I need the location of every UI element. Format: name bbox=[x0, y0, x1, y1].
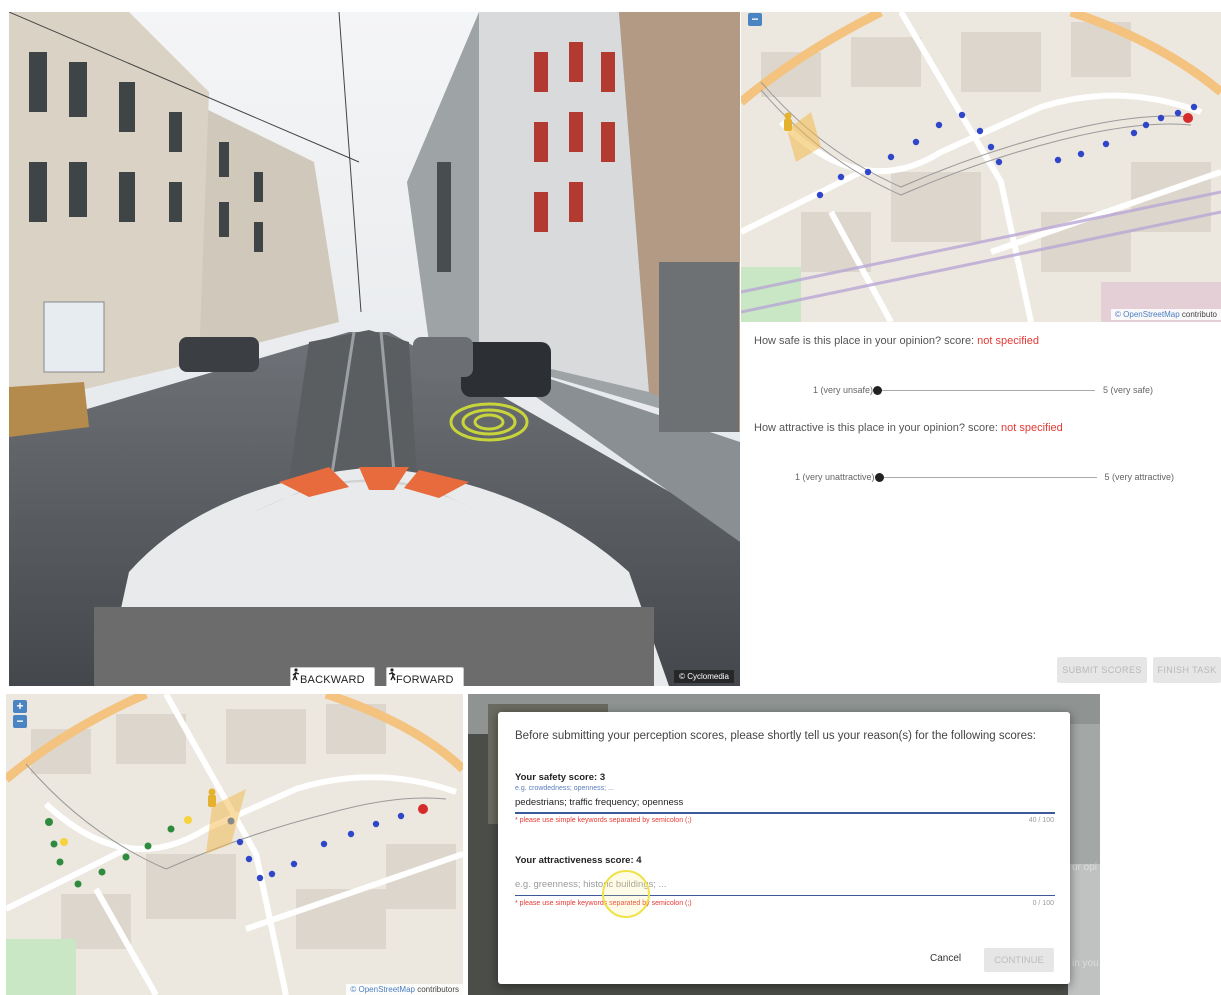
forward-button[interactable]: FORWARD bbox=[386, 667, 464, 686]
osm-attribution: © OpenStreetMap contributo bbox=[1111, 309, 1221, 320]
backward-button[interactable]: BACKWARD bbox=[290, 667, 375, 686]
safety-slider-knob[interactable] bbox=[873, 385, 883, 395]
cyclomedia-credit: © Cyclomedia bbox=[674, 670, 734, 683]
zoom-out-button[interactable]: − bbox=[748, 13, 762, 26]
attractiveness-question-text: How attractive is this place in your opi… bbox=[754, 422, 1002, 434]
safety-score-label: Your safety score: 3 bbox=[515, 772, 606, 783]
backward-label: BACKWARD bbox=[300, 673, 365, 686]
background-text-fragment: ur opi bbox=[1072, 862, 1098, 873]
safety-question-text: How safe is this place in your opinion? … bbox=[754, 335, 978, 347]
walking-person-icon bbox=[388, 668, 396, 681]
reasons-dialog: Before submitting your perception scores… bbox=[498, 712, 1070, 984]
click-highlight bbox=[602, 870, 650, 918]
safety-reason-input[interactable]: pedestrians; traffic frequency; openness bbox=[515, 797, 683, 808]
attractiveness-score-label: Your attractiveness score: 4 bbox=[515, 855, 642, 866]
street-scene bbox=[9, 12, 740, 686]
safety-warning: * please use simple keywords separated b… bbox=[515, 817, 692, 824]
osm-attribution-rest: contributors bbox=[414, 985, 459, 994]
safety-slider[interactable] bbox=[873, 385, 1096, 395]
forward-label: FORWARD bbox=[396, 673, 454, 686]
finish-task-button[interactable]: FINISH TASK bbox=[1153, 657, 1221, 683]
cancel-button[interactable]: Cancel bbox=[930, 953, 961, 964]
attractiveness-input-underline bbox=[515, 895, 1055, 896]
safety-input-underline bbox=[515, 812, 1055, 814]
map-tiles bbox=[741, 12, 1221, 322]
osm-attribution-rest: contributo bbox=[1179, 310, 1217, 319]
safety-max-label: 5 (very safe) bbox=[1103, 385, 1154, 395]
route-map-zoomed[interactable]: + − © OpenStreetMap contributors bbox=[6, 694, 463, 995]
map-tiles bbox=[6, 694, 463, 995]
safety-slider-row: 1 (very unsafe) 5 (very safe) bbox=[813, 385, 1153, 395]
attractiveness-slider[interactable] bbox=[874, 472, 1097, 482]
attractiveness-min-label: 1 (very unattractive) bbox=[795, 472, 875, 482]
attractiveness-slider-knob[interactable] bbox=[874, 472, 884, 482]
dialog-intro: Before submitting your perception scores… bbox=[515, 730, 1036, 742]
osm-link[interactable]: © OpenStreetMap bbox=[350, 985, 415, 994]
attractiveness-score-status: not specified bbox=[1001, 422, 1063, 434]
submit-scores-button[interactable]: SUBMIT SCORES bbox=[1057, 657, 1147, 683]
pegman-icon bbox=[784, 112, 792, 131]
background-text-fragment: in you bbox=[1072, 958, 1099, 969]
zoom-in-button[interactable]: + bbox=[13, 700, 27, 713]
safety-question: How safe is this place in your opinion? … bbox=[754, 335, 1039, 347]
osm-attribution: © OpenStreetMap contributors bbox=[346, 984, 463, 995]
attractiveness-char-counter: 0 / 100 bbox=[1032, 900, 1054, 907]
safety-char-counter: 40 / 100 bbox=[1028, 817, 1054, 824]
attractiveness-max-label: 5 (very attractive) bbox=[1104, 472, 1175, 482]
attractiveness-slider-row: 1 (very unattractive) 5 (very attractive… bbox=[795, 472, 1174, 482]
walking-person-icon bbox=[292, 668, 300, 681]
pegman-icon bbox=[208, 788, 216, 807]
safety-min-label: 1 (very unsafe) bbox=[813, 385, 874, 395]
street-view-panorama[interactable]: BACKWARD FORWARD © Cyclomedia bbox=[9, 12, 740, 686]
osm-link[interactable]: © OpenStreetMap bbox=[1115, 310, 1180, 319]
continue-button[interactable]: CONTINUE bbox=[984, 948, 1054, 972]
safety-reason-hint: e.g. crowdedness; openness; ... bbox=[515, 785, 614, 792]
zoom-out-button[interactable]: − bbox=[13, 715, 27, 728]
attractiveness-question: How attractive is this place in your opi… bbox=[754, 422, 1063, 434]
safety-score-status: not specified bbox=[977, 335, 1039, 347]
route-map[interactable]: − © OpenStreetMap contributo bbox=[741, 12, 1221, 322]
